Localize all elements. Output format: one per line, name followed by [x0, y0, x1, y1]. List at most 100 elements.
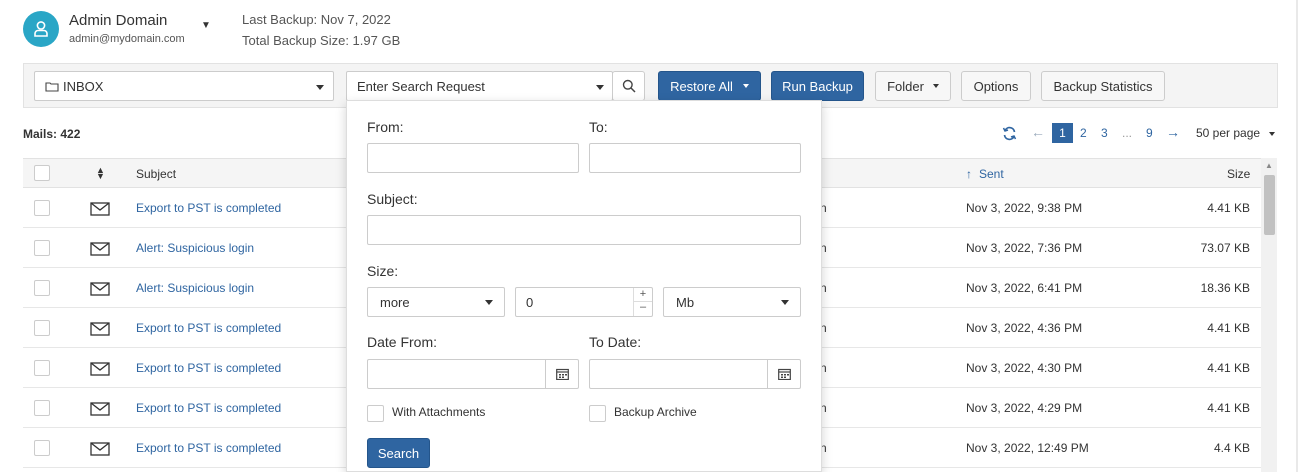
with-attachments-label[interactable]: With Attachments — [392, 405, 485, 419]
folder-icon — [45, 81, 59, 92]
calendar-icon[interactable] — [545, 360, 578, 388]
row-size: 4.41 KB — [1207, 401, 1250, 415]
row-checkbox[interactable] — [34, 440, 50, 456]
size-comparator-value: more — [380, 294, 410, 310]
options-button[interactable]: Options — [961, 71, 1031, 101]
row-checkbox[interactable] — [34, 280, 50, 296]
envelope-icon — [90, 202, 110, 216]
size-comparator-select[interactable]: more — [367, 287, 505, 317]
row-checkbox[interactable] — [34, 200, 50, 216]
row-subject[interactable]: Export to PST is completed — [136, 321, 281, 335]
envelope-icon — [90, 282, 110, 296]
row-sent: Nov 3, 2022, 9:38 PM — [966, 201, 1083, 215]
envelope-icon — [90, 322, 110, 336]
folder-button[interactable]: Folder — [875, 71, 951, 101]
row-size: 4.4 KB — [1213, 441, 1250, 455]
row-sent: Nov 3, 2022, 4:29 PM — [966, 401, 1083, 415]
backup-archive-checkbox[interactable] — [589, 405, 606, 422]
chevron-down-icon — [1269, 131, 1276, 136]
header-size[interactable]: Size — [1227, 167, 1250, 181]
arrow-left-icon[interactable]: ← — [1031, 124, 1045, 140]
total-backup-size-text: Total Backup Size: 1.97 GB — [242, 33, 401, 48]
select-all-checkbox[interactable] — [34, 165, 50, 181]
subject-label: Subject: — [367, 191, 418, 207]
avatar[interactable] — [23, 11, 59, 47]
row-size: 4.41 KB — [1207, 321, 1250, 335]
folder-label: Folder — [887, 78, 924, 94]
search-submit-label: Search — [377, 445, 420, 461]
mails-count: Mails: 422 — [23, 127, 81, 141]
row-size: 4.41 KB — [1207, 201, 1250, 215]
envelope-icon — [90, 402, 110, 416]
row-checkbox[interactable] — [34, 360, 50, 376]
increment-icon[interactable]: + — [634, 288, 652, 302]
account-name[interactable]: Admin Domain — [69, 12, 167, 29]
from-label: From: — [367, 119, 404, 135]
row-sent: Nov 3, 2022, 6:41 PM — [966, 281, 1083, 295]
user-icon — [34, 21, 48, 37]
search-input-placeholder: Enter Search Request — [357, 78, 485, 94]
search-button[interactable] — [612, 71, 645, 101]
arrow-right-icon[interactable]: → — [1166, 124, 1180, 140]
with-attachments-checkbox[interactable] — [367, 405, 384, 422]
date-from-input[interactable] — [367, 359, 579, 389]
row-size: 73.07 KB — [1200, 241, 1250, 255]
page-3[interactable]: 3 — [1101, 126, 1108, 140]
search-input[interactable]: Enter Search Request — [346, 71, 613, 101]
scrollbar-thumb[interactable] — [1264, 175, 1275, 235]
stepper-controls: + – — [633, 288, 652, 316]
page-9[interactable]: 9 — [1146, 126, 1153, 140]
row-checkbox[interactable] — [34, 400, 50, 416]
calendar-icon[interactable] — [767, 360, 800, 388]
backup-archive-label[interactable]: Backup Archive — [614, 405, 697, 419]
row-size: 18.36 KB — [1200, 281, 1250, 295]
refresh-icon[interactable] — [1002, 126, 1017, 144]
advanced-search-panel: From: To: Subject: Size: more 0 + – Mb D… — [346, 100, 822, 472]
decrement-icon[interactable]: – — [634, 302, 652, 316]
arrow-up-icon[interactable]: ↑ — [966, 167, 972, 181]
row-subject[interactable]: Export to PST is completed — [136, 361, 281, 375]
row-subject[interactable]: Export to PST is completed — [136, 201, 281, 215]
run-backup-label: Run Backup — [782, 78, 853, 94]
from-input[interactable] — [367, 143, 579, 173]
folder-select[interactable]: INBOX — [34, 71, 334, 101]
restore-all-button[interactable]: Restore All — [658, 71, 761, 101]
chevron-down-icon[interactable]: ▼ — [201, 20, 211, 31]
search-submit-button[interactable]: Search — [367, 438, 430, 468]
chevron-down-icon — [781, 300, 789, 305]
run-backup-button[interactable]: Run Backup — [771, 71, 864, 101]
to-date-input[interactable] — [589, 359, 801, 389]
to-label: To: — [589, 119, 608, 135]
options-label: Options — [973, 78, 1019, 94]
row-checkbox[interactable] — [34, 240, 50, 256]
to-input[interactable] — [589, 143, 801, 173]
backup-statistics-button[interactable]: Backup Statistics — [1041, 71, 1165, 101]
per-page-select[interactable]: 50 per page — [1196, 126, 1276, 140]
page-2[interactable]: 2 — [1080, 126, 1087, 140]
folder-select-value: INBOX — [63, 78, 104, 94]
page-1[interactable]: 1 — [1052, 123, 1073, 143]
size-unit-value: Mb — [676, 294, 695, 310]
row-size: 4.41 KB — [1207, 361, 1250, 375]
subject-input[interactable] — [367, 215, 801, 245]
header-sent[interactable]: Sent — [979, 167, 1004, 181]
row-checkbox[interactable] — [34, 320, 50, 336]
window-edge — [1296, 0, 1298, 472]
row-subject[interactable]: Alert: Suspicious login — [136, 241, 254, 255]
row-subject[interactable]: Export to PST is completed — [136, 441, 281, 455]
last-backup-text: Last Backup: Nov 7, 2022 — [242, 12, 391, 27]
row-subject[interactable]: Alert: Suspicious login — [136, 281, 254, 295]
header-subject[interactable]: Subject — [136, 167, 176, 181]
size-value-stepper[interactable]: 0 + – — [515, 287, 653, 317]
chevron-down-icon — [316, 85, 324, 90]
chevron-down-icon — [932, 84, 939, 88]
chevron-down-icon — [485, 300, 493, 305]
sort-icon[interactable]: ▲ ▼ — [96, 166, 105, 181]
size-unit-select[interactable]: Mb — [663, 287, 801, 317]
row-sent: Nov 3, 2022, 12:49 PM — [966, 441, 1089, 455]
envelope-icon — [90, 442, 110, 456]
chevron-down-icon — [596, 85, 604, 90]
page-ellipsis: ... — [1122, 126, 1133, 140]
scroll-up-icon[interactable]: ▲ — [1265, 161, 1273, 170]
row-subject[interactable]: Export to PST is completed — [136, 401, 281, 415]
